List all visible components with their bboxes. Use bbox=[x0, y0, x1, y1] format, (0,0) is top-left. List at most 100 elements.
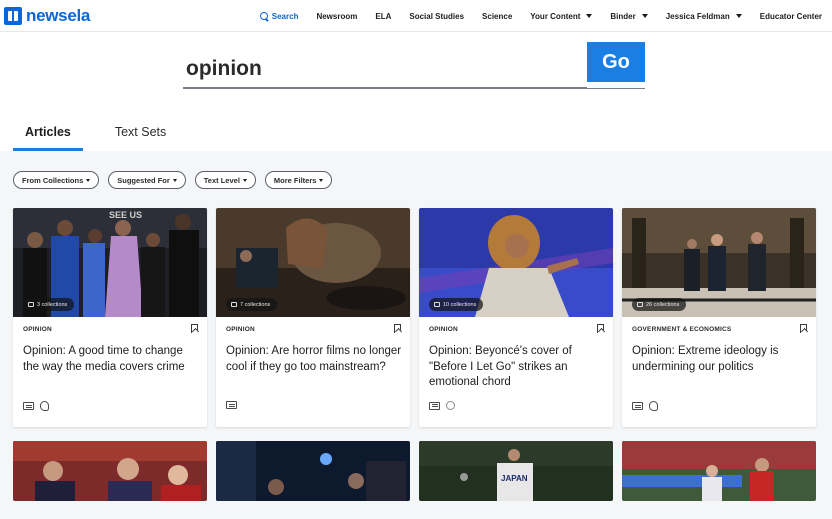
article-title[interactable]: Opinion: Are horror films no longer cool… bbox=[226, 344, 402, 375]
filter-more-filters[interactable]: More Filters bbox=[264, 171, 333, 189]
bookmark-icon[interactable] bbox=[800, 324, 807, 333]
result-tabs: Articles Text Sets bbox=[13, 118, 178, 151]
article-photo bbox=[13, 441, 207, 501]
article-card[interactable] bbox=[622, 441, 816, 501]
article-photo: 26 collections bbox=[622, 208, 816, 317]
filter-label: Suggested For bbox=[117, 175, 170, 185]
article-card[interactable]: 26 collections GOVERNMENT & ECONOMICS Op… bbox=[622, 208, 816, 427]
nav-ela[interactable]: ELA bbox=[375, 12, 391, 21]
article-category: OPINION bbox=[23, 326, 52, 333]
chevron-down-icon bbox=[641, 14, 648, 18]
nav-binder[interactable]: Binder bbox=[610, 11, 648, 21]
search-icon bbox=[259, 11, 269, 21]
svg-text:JAPAN: JAPAN bbox=[501, 474, 528, 483]
nav-user-menu[interactable]: Jessica Feldman bbox=[666, 12, 742, 21]
article-card[interactable]: JAPAN bbox=[419, 441, 613, 501]
svg-text:SEE US: SEE US bbox=[109, 210, 142, 220]
article-features bbox=[23, 401, 49, 411]
collections-badge: 3 collections bbox=[23, 298, 75, 311]
article-features bbox=[632, 401, 658, 411]
filter-bar: From Collections Suggested For Text Leve… bbox=[13, 171, 333, 189]
article-photo: SEE US 3 collections bbox=[13, 208, 207, 317]
filter-label: From Collections bbox=[22, 175, 84, 185]
audio-icon bbox=[40, 401, 49, 411]
nav-ela-label: ELA bbox=[375, 11, 392, 21]
collection-icon bbox=[637, 302, 643, 307]
chevron-down-icon bbox=[172, 178, 177, 182]
top-nav-bar: newsela Search Newsroom ELA Social Studi… bbox=[0, 0, 832, 32]
filter-label: Text Level bbox=[203, 175, 240, 185]
collections-badge: 10 collections bbox=[429, 298, 484, 311]
collections-badge: 7 collections bbox=[226, 298, 278, 311]
bookmark-icon[interactable] bbox=[597, 324, 604, 333]
go-button[interactable]: Go bbox=[587, 42, 645, 82]
collections-count: 10 collections bbox=[443, 301, 477, 308]
newsela-logo-icon bbox=[4, 7, 22, 25]
chevron-down-icon bbox=[586, 14, 593, 18]
main-nav: Search Newsroom ELA Social Studies Scien… bbox=[259, 0, 822, 32]
article-category: OPINION bbox=[429, 326, 458, 333]
chevron-down-icon bbox=[86, 178, 91, 182]
quiz-icon bbox=[446, 401, 455, 410]
filter-from-collections[interactable]: From Collections bbox=[13, 171, 100, 189]
article-card[interactable]: 7 collections OPINION Opinion: Are horro… bbox=[216, 208, 410, 427]
article-title[interactable]: Opinion: Beyoncé's cover of "Before I Le… bbox=[429, 344, 605, 391]
collections-count: 26 collections bbox=[646, 301, 680, 308]
filter-label: More Filters bbox=[273, 175, 317, 185]
tab-articles[interactable]: Articles bbox=[13, 118, 83, 151]
nav-educator-center[interactable]: Educator Center bbox=[760, 12, 822, 21]
newsela-logo[interactable]: newsela bbox=[4, 6, 90, 26]
tab-text-sets[interactable]: Text Sets bbox=[103, 118, 178, 151]
article-category: GOVERNMENT & ECONOMICS bbox=[632, 326, 732, 333]
article-photo bbox=[622, 441, 816, 501]
book-icon bbox=[632, 402, 643, 410]
nav-your-content[interactable]: Your Content bbox=[530, 11, 593, 21]
article-features bbox=[429, 401, 455, 410]
nav-science[interactable]: Science bbox=[482, 12, 512, 21]
article-card[interactable]: SEE US 3 collections OPINION Opinion: A … bbox=[13, 208, 207, 427]
collection-icon bbox=[28, 302, 34, 307]
article-card[interactable] bbox=[216, 441, 410, 501]
book-icon bbox=[429, 401, 440, 410]
bookmark-icon[interactable] bbox=[191, 324, 198, 333]
brand-name: newsela bbox=[26, 6, 91, 25]
filter-suggested-for[interactable]: Suggested For bbox=[108, 171, 186, 189]
article-title[interactable]: Opinion: A good time to change the way t… bbox=[23, 344, 199, 375]
search-underline bbox=[183, 88, 645, 89]
results-area: From Collections Suggested For Text Leve… bbox=[0, 151, 832, 519]
audio-icon bbox=[649, 401, 658, 411]
filter-text-level[interactable]: Text Level bbox=[194, 171, 256, 189]
chevron-down-icon bbox=[242, 178, 247, 182]
article-photo bbox=[216, 441, 410, 501]
bookmark-icon[interactable] bbox=[394, 324, 401, 333]
search-input[interactable] bbox=[183, 42, 587, 88]
nav-social-studies-label: Social Studies bbox=[409, 11, 465, 21]
collections-badge: 26 collections bbox=[632, 298, 687, 311]
nav-your-content-label: Your Content bbox=[530, 11, 581, 21]
article-photo: 10 collections bbox=[419, 208, 613, 317]
nav-search-label: Search bbox=[271, 11, 299, 21]
collection-icon bbox=[434, 302, 440, 307]
book-icon bbox=[226, 401, 237, 409]
nav-social-studies[interactable]: Social Studies bbox=[409, 12, 464, 21]
article-card[interactable]: 10 collections OPINION Opinion: Beyoncé'… bbox=[419, 208, 613, 427]
collection-icon bbox=[231, 302, 237, 307]
nav-search[interactable]: Search bbox=[259, 11, 299, 21]
collections-count: 7 collections bbox=[240, 301, 271, 308]
article-category: OPINION bbox=[226, 326, 255, 333]
nav-science-label: Science bbox=[482, 11, 513, 21]
article-card[interactable] bbox=[13, 441, 207, 501]
nav-binder-label: Binder bbox=[610, 11, 636, 21]
article-title[interactable]: Opinion: Extreme ideology is undermining… bbox=[632, 344, 808, 375]
nav-newsroom-label: Newsroom bbox=[316, 11, 358, 21]
chevron-down-icon bbox=[735, 14, 742, 18]
nav-educator-center-label: Educator Center bbox=[759, 11, 822, 21]
article-photo: 7 collections bbox=[216, 208, 410, 317]
nav-newsroom[interactable]: Newsroom bbox=[316, 12, 357, 21]
search-bar: Go bbox=[183, 42, 645, 89]
article-features bbox=[226, 401, 237, 409]
nav-user-label: Jessica Feldman bbox=[665, 11, 730, 21]
chevron-down-icon bbox=[319, 178, 324, 182]
article-photo: JAPAN bbox=[419, 441, 613, 501]
book-icon bbox=[23, 402, 34, 410]
